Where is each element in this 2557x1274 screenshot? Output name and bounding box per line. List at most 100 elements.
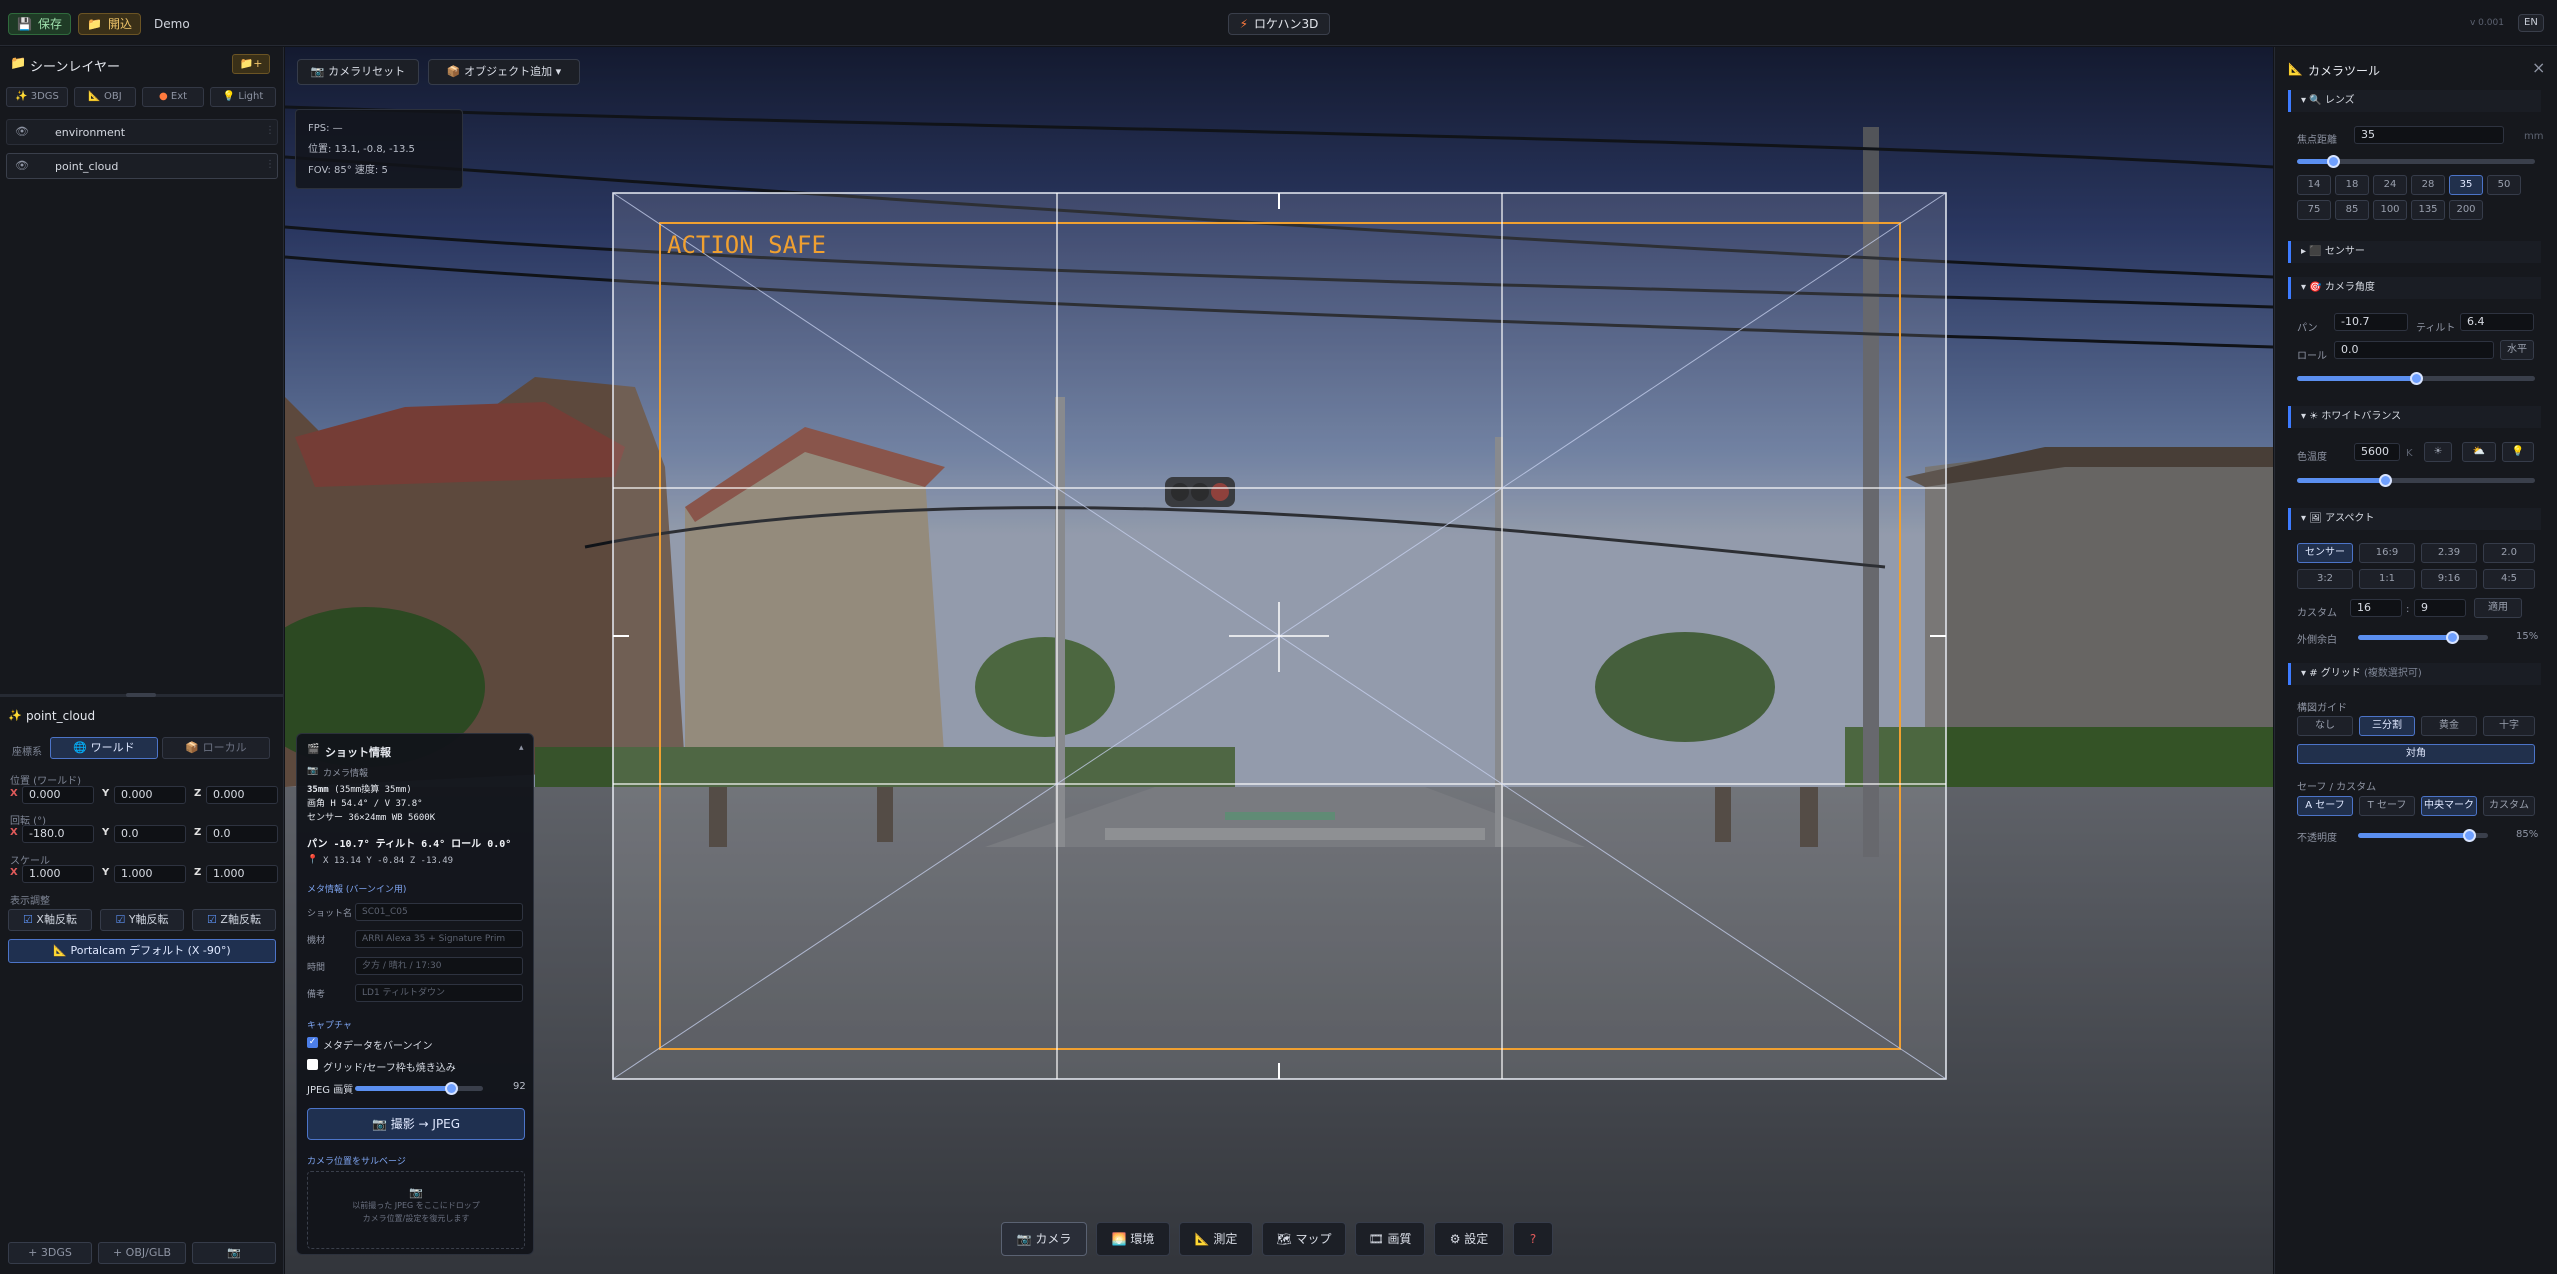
drag-handle-icon[interactable]: ⋮ xyxy=(265,159,275,170)
custom-height-input[interactable]: 9 xyxy=(2414,599,2466,617)
safe-custom[interactable]: カスタム xyxy=(2483,796,2535,816)
filter-obj[interactable]: 📐 OBJ xyxy=(74,87,136,107)
world-toggle[interactable]: 🌐 ワールド xyxy=(50,737,158,759)
dock-map[interactable]: 🗺 マップ xyxy=(1262,1222,1346,1256)
focal-length-input[interactable]: 35 xyxy=(2354,126,2504,144)
aspect-4-5[interactable]: 4:5 xyxy=(2483,569,2535,589)
jpeg-dropzone[interactable]: 📷 以前撮った JPEG をここにドロップ カメラ位置/設定を復元します xyxy=(307,1171,525,1249)
aspect-3-2[interactable]: 3:2 xyxy=(2297,569,2353,589)
slider-knob[interactable] xyxy=(2379,474,2393,487)
guide-thirds[interactable]: 三分割 xyxy=(2359,716,2415,736)
guide-golden[interactable]: 黄金 xyxy=(2421,716,2477,736)
scale-y-input[interactable]: 1.000 xyxy=(114,865,186,883)
focal-preset-200[interactable]: 200 xyxy=(2449,200,2483,220)
dock-camera[interactable]: 📷 カメラ xyxy=(1001,1222,1087,1256)
lens-section-header[interactable]: ▾ 🔍 レンズ xyxy=(2288,90,2541,112)
burnin-checkbox[interactable]: ✓ xyxy=(307,1037,318,1048)
filter-3dgs[interactable]: ✨ 3DGS xyxy=(6,87,68,107)
slider-knob[interactable] xyxy=(445,1082,458,1095)
open-button[interactable]: 📁 開込 xyxy=(78,13,141,35)
add-object-button[interactable]: 📦 オブジェクト追加 ▾ xyxy=(428,59,580,85)
grid-section-header[interactable]: ▾ # グリッド (複数選択可) xyxy=(2288,663,2541,685)
focal-preset-28[interactable]: 28 xyxy=(2411,175,2445,195)
shoot-jpeg-button[interactable]: 📷 撮影 → JPEG xyxy=(307,1108,525,1140)
focal-preset-35[interactable]: 35 xyxy=(2449,175,2483,195)
shot-name-input[interactable]: SC01_C05 xyxy=(355,903,523,921)
focal-preset-14[interactable]: 14 xyxy=(2297,175,2331,195)
aspect-1-1[interactable]: 1:1 xyxy=(2359,569,2415,589)
eye-icon[interactable]: 👁 xyxy=(15,125,29,138)
aspect-2-0[interactable]: 2.0 xyxy=(2483,543,2535,563)
flip-z-button[interactable]: ☑ Z軸反転 xyxy=(192,909,276,931)
help-button[interactable]: ? xyxy=(1513,1222,1553,1256)
daylight-preset[interactable]: ☀ xyxy=(2424,442,2452,462)
roll-slider[interactable] xyxy=(2297,372,2535,385)
language-toggle[interactable]: EN xyxy=(2518,14,2544,32)
focal-preset-85[interactable]: 85 xyxy=(2335,200,2369,220)
eye-icon[interactable]: 👁 xyxy=(15,159,29,172)
camera-reset-button[interactable]: 📷 カメラリセット xyxy=(297,59,419,85)
pos-z-input[interactable]: 0.000 xyxy=(206,786,278,804)
pan-input[interactable]: -10.7 xyxy=(2334,313,2408,331)
roll-input[interactable]: 0.0 xyxy=(2334,341,2494,359)
level-button[interactable]: 水平 xyxy=(2500,340,2534,360)
rot-z-input[interactable]: 0.0 xyxy=(206,825,278,843)
safe-title[interactable]: T セーフ xyxy=(2359,796,2415,816)
tungsten-preset[interactable]: 💡 xyxy=(2502,442,2534,462)
body-input[interactable]: ARRI Alexa 35 + Signature Prim xyxy=(355,930,523,948)
apply-aspect-button[interactable]: 適用 xyxy=(2474,598,2522,618)
focal-preset-75[interactable]: 75 xyxy=(2297,200,2331,220)
add-layer-button[interactable]: 📁+ xyxy=(232,54,270,74)
scale-z-input[interactable]: 1.000 xyxy=(206,865,278,883)
camera-icon[interactable]: 📷 xyxy=(192,1242,276,1264)
layer-item-environment[interactable]: 👁 environment ⋮ xyxy=(6,119,278,145)
slider-knob[interactable] xyxy=(2445,631,2459,644)
tilt-input[interactable]: 6.4 xyxy=(2460,313,2534,331)
jpeg-quality-slider[interactable] xyxy=(355,1082,483,1095)
aspect-16-9[interactable]: 16:9 xyxy=(2359,543,2415,563)
focal-preset-50[interactable]: 50 xyxy=(2487,175,2521,195)
layer-item-point-cloud[interactable]: 👁 point_cloud ⋮ xyxy=(6,153,278,179)
grid-burnin-checkbox[interactable] xyxy=(307,1059,318,1070)
guide-none[interactable]: なし xyxy=(2297,716,2353,736)
guide-diagonal[interactable]: 対角 xyxy=(2297,744,2535,764)
dock-environment[interactable]: 🌅 環境 xyxy=(1096,1222,1170,1256)
local-toggle[interactable]: 📦 ローカル xyxy=(162,737,270,759)
aspect-2-39[interactable]: 2.39 xyxy=(2421,543,2477,563)
drag-handle-icon[interactable]: ⋮ xyxy=(265,125,275,136)
flip-y-button[interactable]: ☑ Y軸反転 xyxy=(100,909,184,931)
guide-cross[interactable]: 十字 xyxy=(2483,716,2535,736)
outside-margin-slider[interactable] xyxy=(2358,631,2488,644)
pos-x-input[interactable]: 0.000 xyxy=(22,786,94,804)
opacity-slider[interactable] xyxy=(2358,829,2488,842)
slider-knob[interactable] xyxy=(2410,372,2423,385)
safe-action[interactable]: A セーフ xyxy=(2297,796,2353,816)
pos-y-input[interactable]: 0.000 xyxy=(114,786,186,804)
time-input[interactable]: 夕方 / 晴れ / 17:30 xyxy=(355,957,523,975)
focal-preset-24[interactable]: 24 xyxy=(2373,175,2407,195)
aspect-9-16[interactable]: 9:16 xyxy=(2421,569,2477,589)
dock-settings[interactable]: ⚙ 設定 xyxy=(1434,1222,1504,1256)
sensor-section-header[interactable]: ▸ ⬛ センサー xyxy=(2288,241,2541,263)
rot-x-input[interactable]: -180.0 xyxy=(22,825,94,843)
slider-knob[interactable] xyxy=(2326,155,2340,168)
scale-x-input[interactable]: 1.000 xyxy=(22,865,94,883)
wb-section-header[interactable]: ▾ ☀ ホワイトバランス xyxy=(2288,406,2541,428)
collapse-icon[interactable]: ▴ xyxy=(519,743,524,753)
focal-length-slider[interactable] xyxy=(2297,155,2535,168)
dock-quality[interactable]: 🎞 画質 xyxy=(1355,1222,1425,1256)
preset-button[interactable]: 📐 Portalcam デフォルト (X -90°) xyxy=(8,939,276,963)
save-button[interactable]: 💾 保存 xyxy=(8,13,71,35)
note-input[interactable]: LD1 ティルトダウン xyxy=(355,984,523,1002)
add-obj-button[interactable]: + OBJ/GLB xyxy=(98,1242,186,1264)
aspect-section-header[interactable]: ▾ 🖼 アスペクト xyxy=(2288,508,2541,530)
focal-preset-135[interactable]: 135 xyxy=(2411,200,2445,220)
safe-center-mark[interactable]: 中央マーク xyxy=(2421,796,2477,816)
temperature-slider[interactable] xyxy=(2297,474,2535,487)
custom-width-input[interactable]: 16 xyxy=(2350,599,2402,617)
angle-section-header[interactable]: ▾ 🎯 カメラ角度 xyxy=(2288,277,2541,299)
close-icon[interactable]: × xyxy=(2532,58,2545,77)
add-3dgs-button[interactable]: + 3DGS xyxy=(8,1242,92,1264)
slider-knob[interactable] xyxy=(2462,829,2476,842)
flip-x-button[interactable]: ☑ X軸反転 xyxy=(8,909,92,931)
